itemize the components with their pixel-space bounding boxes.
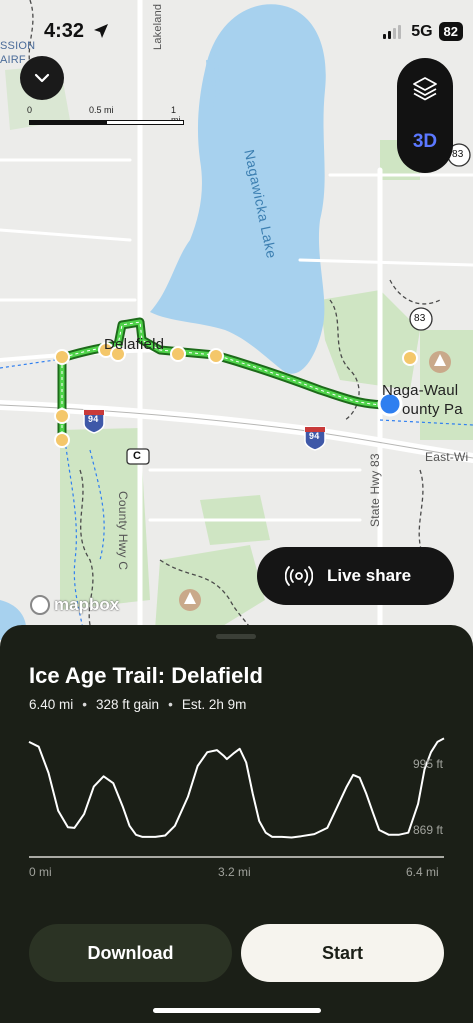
map-scale-bar: 0 0.5 mi 1 mi — [27, 105, 187, 127]
waypoint-marker — [170, 346, 186, 362]
status-indicators: 5G 82 — [383, 22, 463, 41]
live-share-button[interactable]: Live share — [257, 547, 454, 605]
home-indicator — [153, 1008, 321, 1013]
x-tick-label: 3.2 mi — [218, 865, 251, 879]
park-label: Naga-Waul — [382, 382, 459, 399]
scale-label-zero: 0 — [27, 105, 33, 115]
waypoint-marker — [54, 408, 70, 424]
start-button[interactable]: Start — [241, 924, 444, 982]
route-gain: 328 ft gain — [96, 697, 160, 712]
x-tick-label: 0 mi — [29, 865, 52, 879]
map-label-top-left: SSION — [0, 40, 36, 52]
city-label: Delafield — [104, 336, 165, 353]
network-type: 5G — [411, 22, 433, 40]
route-title: Ice Age Trail: Delafield — [29, 663, 263, 688]
battery-icon: 82 — [438, 22, 463, 41]
layers-button[interactable] — [397, 64, 453, 112]
download-button[interactable]: Download — [29, 924, 232, 982]
layers-icon — [413, 77, 437, 101]
road-label-county-hwy-c: County Hwy C — [116, 491, 130, 571]
collapse-button[interactable] — [20, 56, 64, 100]
broadcast-icon — [285, 566, 313, 586]
scale-bar — [29, 120, 184, 125]
park-poi-icon — [179, 589, 201, 611]
signal-icon — [383, 24, 402, 39]
toggle-3d-button[interactable]: 3D — [397, 120, 453, 164]
map-label-top-left: AIRF — [0, 54, 26, 66]
route-distance: 6.40 mi — [29, 697, 74, 712]
route-estimate: Est. 2h 9m — [181, 697, 247, 712]
road-label-lakeland: Lakeland — [152, 3, 164, 50]
state-shield-label: 83 — [414, 313, 426, 324]
waypoint-marker — [402, 350, 418, 366]
y-tick-label: 869 ft — [412, 823, 443, 837]
scale-label-half: 0.5 mi — [89, 105, 114, 115]
mapbox-wordmark: mapbox — [54, 595, 120, 614]
map-view[interactable]: 94 94 C 83 83 SSION AIRF Lakeland Nagawi… — [0, 0, 473, 660]
sheet-drag-handle[interactable] — [216, 634, 256, 639]
stats-separator: • — [82, 697, 88, 712]
road-label-east: East-Wi — [425, 450, 469, 464]
waypoint-marker — [208, 348, 224, 364]
waypoint-marker — [54, 349, 70, 365]
map-controls: 3D — [397, 58, 453, 173]
park-label: ounty Pa — [402, 401, 463, 418]
lake-shape — [150, 4, 326, 374]
state-shield-label: 83 — [452, 149, 464, 160]
road-label-state-hwy-83: State Hwy 83 — [368, 453, 382, 527]
stats-separator: • — [168, 697, 173, 712]
status-time: 4:32 — [44, 20, 85, 42]
y-tick-label: 995 ft — [412, 757, 443, 771]
county-shield-label: C — [133, 450, 142, 462]
x-tick-label: 6.4 mi — [406, 865, 439, 879]
mapbox-mark-icon — [30, 595, 50, 615]
route-sheet: Ice Age Trail: Delafield 6.40 mi • 328 f… — [0, 625, 473, 1023]
mapbox-logo[interactable]: mapbox — [30, 595, 119, 615]
interstate-shield-label: 94 — [309, 431, 320, 441]
waypoint-marker — [54, 432, 70, 448]
park-poi-icon — [429, 351, 451, 373]
interstate-shield-label: 94 — [88, 414, 99, 424]
location-arrow-icon — [94, 24, 108, 38]
elevation-series-line — [28, 737, 445, 839]
route-stats: 6.40 mi • 328 ft gain • Est. 2h 9m — [29, 697, 246, 712]
live-share-label: Live share — [327, 566, 412, 585]
chevron-down-icon — [34, 73, 50, 83]
